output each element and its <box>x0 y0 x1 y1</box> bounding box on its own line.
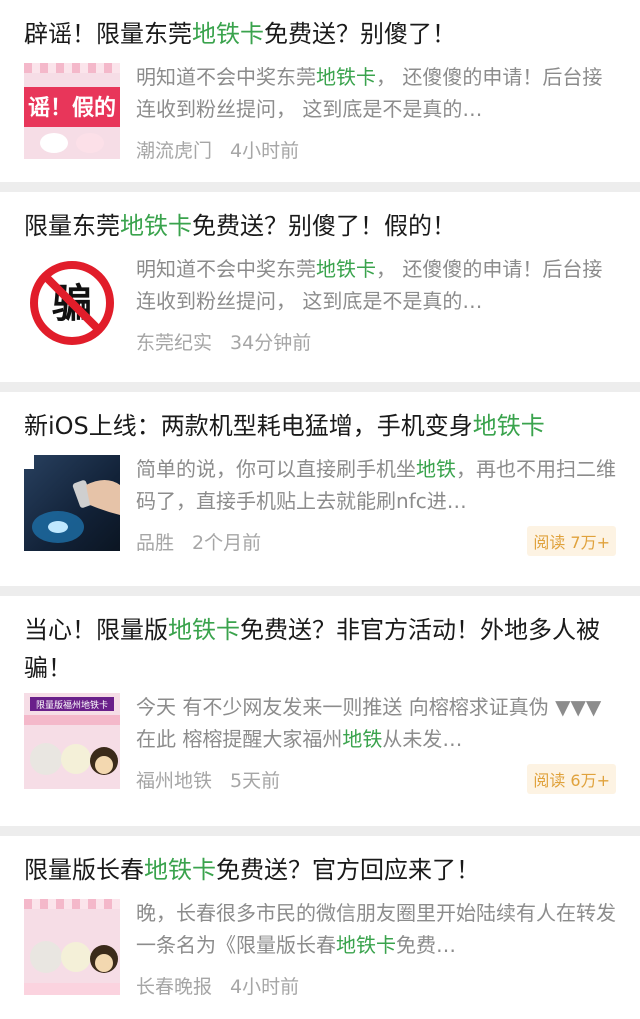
thumb-stamp-text: 谣！假的 <box>28 95 116 121</box>
card-separator <box>0 182 640 192</box>
article-snippet: 今天 有不少网友发来一则推送 向榕榕求证真伪 ▼▼▼ 在此 榕榕提醒大家福州地铁… <box>136 695 602 751</box>
article-time: 2个月前 <box>192 531 262 554</box>
article-card[interactable]: 限量版长春地铁卡免费送？官方回应来了！ 晚，长春很多市民的微信朋友圈里开始陆续有… <box>0 836 640 1019</box>
article-time: 34分钟前 <box>230 331 312 354</box>
article-title[interactable]: 限量版长春地铁卡免费送？官方回应来了！ <box>24 836 616 889</box>
article-time: 5天前 <box>230 769 281 792</box>
card-separator <box>0 586 640 596</box>
article-source[interactable]: 长春晚报 <box>136 972 212 999</box>
card-separator <box>0 382 640 392</box>
article-title[interactable]: 限量东莞地铁卡免费送？别傻了！假的！ <box>24 192 616 245</box>
news-feed: 辟谣！限量东莞地铁卡免费送？别傻了！ 谣！假的 明知道不会中奖东莞地铁卡， 还傻… <box>0 0 640 1019</box>
article-meta: 潮流虎门 4小时前 <box>136 129 616 169</box>
article-card[interactable]: 辟谣！限量东莞地铁卡免费送？别傻了！ 谣！假的 明知道不会中奖东莞地铁卡， 还傻… <box>0 0 640 182</box>
article-thumbnail: 限量版福州地铁卡 <box>24 693 120 789</box>
article-thumbnail: 骗 <box>24 255 120 351</box>
article-snippet: 简单的说，你可以直接刷手机坐地铁，再也不用扫二维码了，直接手机贴上去就能刷nfc… <box>136 457 616 513</box>
article-thumbnail: 谣！假的 <box>24 63 120 159</box>
article-thumbnail <box>24 455 120 551</box>
article-title[interactable]: 新iOS上线：两款机型耗电猛增，手机变身地铁卡 <box>24 392 616 445</box>
article-source[interactable]: 东莞纪实 <box>136 328 212 355</box>
card-separator <box>0 826 640 836</box>
article-time: 4小时前 <box>230 139 300 162</box>
article-card[interactable]: 限量东莞地铁卡免费送？别傻了！假的！ 骗 明知道不会中奖东莞地铁卡， 还傻傻的申… <box>0 192 640 382</box>
article-title[interactable]: 辟谣！限量东莞地铁卡免费送？别傻了！ <box>24 0 616 53</box>
read-count-badge: 阅读 6万+ <box>527 764 616 794</box>
article-source[interactable]: 福州地铁 <box>136 766 212 793</box>
article-meta: 长春晚报 4小时前 <box>136 965 616 1005</box>
article-snippet: 明知道不会中奖东莞地铁卡， 还傻傻的申请！后台接连收到粉丝提问， 这到底是不是真… <box>136 65 603 121</box>
article-time: 4小时前 <box>230 975 300 998</box>
article-meta: 福州地铁 5天前 阅读 6万+ <box>136 759 616 799</box>
article-source[interactable]: 品胜 <box>136 528 174 555</box>
article-card[interactable]: 新iOS上线：两款机型耗电猛增，手机变身地铁卡 简单的说，你可以直接刷手机坐地铁… <box>0 392 640 586</box>
article-snippet: 明知道不会中奖东莞地铁卡， 还傻傻的申请！后台接连收到粉丝提问， 这到底是不是真… <box>136 257 603 313</box>
article-title[interactable]: 当心！限量版地铁卡免费送？非官方活动！外地多人被骗！ <box>24 596 616 687</box>
article-snippet: 晚，长春很多市民的微信朋友圈里开始陆续有人在转发一条名为《限量版长春地铁卡免费… <box>136 901 616 957</box>
article-card[interactable]: 当心！限量版地铁卡免费送？非官方活动！外地多人被骗！ 限量版福州地铁卡 今天 有… <box>0 596 640 826</box>
article-thumbnail <box>24 899 120 995</box>
thumb-banner-text: 限量版福州地铁卡 <box>36 699 108 711</box>
article-meta: 东莞纪实 34分钟前 <box>136 321 616 361</box>
article-meta: 品胜 2个月前 阅读 7万+ <box>136 521 616 561</box>
article-source[interactable]: 潮流虎门 <box>136 136 212 163</box>
read-count-badge: 阅读 7万+ <box>527 526 616 556</box>
